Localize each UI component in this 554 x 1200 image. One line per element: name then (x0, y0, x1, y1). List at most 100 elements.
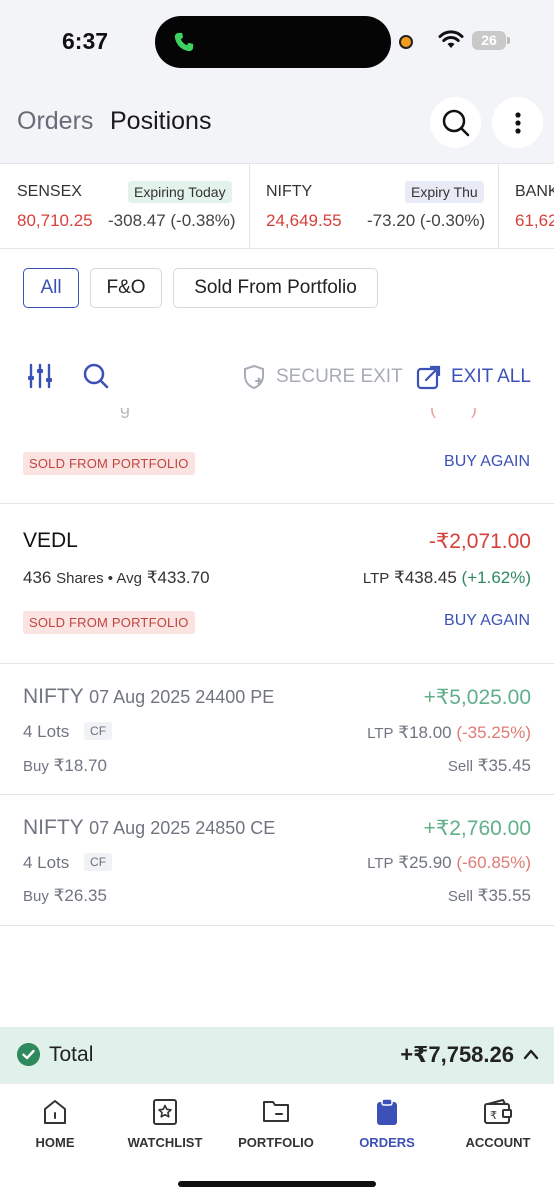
position-row-vedl[interactable]: VEDL -₹2,071.00 436 Shares • Avg ₹433.70… (0, 504, 554, 664)
carry-forward-badge: CF (84, 722, 113, 740)
sell-price: ₹35.55 (477, 886, 531, 905)
exit-all-label: EXIT ALL (451, 366, 531, 387)
sell-price-info: Sell ₹35.55 (448, 886, 531, 906)
ticker-change: -308.47 (-0.38%) (108, 211, 236, 230)
list-item[interactable]: g ( ) SOLD FROM PORTFOLIO BUY AGAIN (0, 408, 554, 504)
filter-fno[interactable]: F&O (90, 268, 162, 308)
secure-exit-button[interactable]: SECURE EXIT (241, 364, 403, 390)
buy-label: Buy (23, 758, 49, 775)
buy-price-info: Buy ₹18.70 (23, 756, 107, 776)
home-icon (44, 1100, 66, 1124)
tab-positions[interactable]: Positions (110, 107, 211, 136)
pnl-value: +₹5,025.00 (423, 686, 531, 709)
nav-home[interactable]: HOME (0, 1084, 110, 1164)
lots-info: 4 Lots CF (23, 853, 113, 873)
ticker-sensex[interactable]: SENSEX Expiring Today 80,710.25 -308.47 … (0, 164, 249, 248)
search-positions-icon[interactable] (82, 362, 110, 390)
buy-again-button[interactable]: BUY AGAIN (444, 453, 530, 471)
nav-portfolio[interactable]: PORTFOLIO (221, 1084, 331, 1164)
star-bookmark-icon (153, 1099, 177, 1125)
lots-info: 4 Lots CF (23, 722, 113, 742)
ltp-label: LTP (367, 855, 394, 872)
nav-orders-label: ORDERS (359, 1135, 415, 1150)
expiry-badge: Expiring Today (128, 181, 232, 203)
index-ticker[interactable]: SENSEX Expiring Today 80,710.25 -308.47 … (0, 163, 554, 249)
ltp-value: ₹438.45 (394, 568, 457, 587)
total-label: Total (49, 1043, 94, 1066)
ticker-bank[interactable]: BANK 61,62 (499, 164, 554, 248)
symbol-name: VEDL (23, 529, 78, 552)
buy-price: ₹26.35 (53, 886, 107, 905)
ltp-change: (-60.85%) (456, 853, 531, 872)
shield-icon (244, 364, 264, 390)
more-vertical-icon (514, 111, 521, 134)
wallet-icon: ₹ (484, 1099, 512, 1124)
ltp-value: ₹25.90 (398, 853, 452, 872)
ltp-label: LTP (367, 725, 394, 742)
sell-price-info: Sell ₹35.45 (448, 756, 531, 776)
status-time: 6:37 (62, 28, 109, 54)
ltp-info: LTP ₹25.90 (-60.85%) (367, 853, 531, 873)
sold-from-portfolio-tag: SOLD FROM PORTFOLIO (23, 452, 195, 475)
clipped-text: ( ) (430, 408, 477, 418)
nav-orders[interactable]: ORDERS (332, 1084, 442, 1164)
ltp-value: ₹18.00 (398, 723, 452, 742)
nav-account[interactable]: ₹ ACCOUNT (443, 1084, 553, 1164)
ltp-info: LTP ₹438.45 (+1.62%) (363, 568, 531, 588)
top-header: 6:37 26 Orders Positions (0, 0, 554, 163)
lots: 4 Lots (23, 722, 70, 741)
secure-exit-label: SECURE EXIT (276, 366, 403, 387)
symbol-name: NIFTY 07 Aug 2025 24400 PE (23, 685, 274, 709)
buy-price-info: Buy ₹26.35 (23, 886, 107, 906)
buy-label: Buy (23, 888, 49, 905)
search-icon (442, 109, 469, 136)
pnl-value: +₹2,760.00 (423, 817, 531, 840)
check-circle-icon (17, 1043, 40, 1066)
chevron-up-icon[interactable] (523, 1047, 539, 1061)
ticker-price: 61,62 (515, 211, 554, 230)
ticker-name: SENSEX (17, 183, 82, 200)
total-value: +₹7,758.26 (400, 1042, 514, 1067)
quantity-info: 436 Shares • Avg ₹433.70 (23, 568, 210, 588)
ticker-change: -73.20 (-0.30%) (367, 211, 486, 230)
clipboard-icon (377, 1098, 397, 1125)
total-pnl-bar[interactable]: Total +₹7,758.26 (0, 1027, 554, 1083)
nav-portfolio-label: PORTFOLIO (238, 1135, 314, 1150)
sell-price: ₹35.45 (477, 756, 531, 775)
symbol-name: NIFTY 07 Aug 2025 24850 CE (23, 816, 275, 840)
exit-all-button[interactable]: EXIT ALL (416, 364, 531, 390)
contract-details: 07 Aug 2025 24850 CE (89, 818, 276, 838)
battery-icon: 26 (472, 31, 510, 50)
clipped-text: g (120, 408, 131, 418)
home-indicator (178, 1181, 376, 1187)
ltp-change: (-35.25%) (456, 723, 531, 742)
folder-icon (263, 1101, 289, 1122)
ltp-info: LTP ₹18.00 (-35.25%) (367, 723, 531, 743)
search-button[interactable] (430, 97, 481, 148)
more-options-button[interactable] (492, 97, 543, 148)
ltp-change: (+1.62%) (461, 568, 531, 587)
ticker-price: 24,649.55 (266, 211, 342, 230)
expiry-badge: Expiry Thu (405, 181, 484, 203)
tab-orders[interactable]: Orders (17, 107, 93, 136)
ticker-nifty[interactable]: NIFTY Expiry Thu 24,649.55 -73.20 (-0.30… (250, 164, 498, 248)
filter-all[interactable]: All (23, 268, 79, 308)
recording-indicator-icon (399, 35, 413, 49)
symbol: NIFTY (23, 816, 84, 839)
filter-sold-from-portfolio[interactable]: Sold From Portfolio (173, 268, 378, 308)
ticker-name: BANK (515, 183, 554, 200)
position-row-nifty-ce[interactable]: NIFTY 07 Aug 2025 24850 CE +₹2,760.00 4 … (0, 795, 554, 926)
position-row-nifty-pe[interactable]: NIFTY 07 Aug 2025 24400 PE +₹5,025.00 4 … (0, 664, 554, 795)
nav-watchlist[interactable]: WATCHLIST (110, 1084, 220, 1164)
symbol: NIFTY (23, 685, 84, 708)
buy-again-button[interactable]: BUY AGAIN (444, 612, 530, 630)
avg-price: ₹433.70 (146, 568, 210, 587)
sell-label: Sell (447, 758, 473, 775)
ticker-name: NIFTY (266, 183, 313, 200)
filter-sliders-icon[interactable] (26, 362, 54, 390)
svg-text:₹: ₹ (490, 1109, 497, 1122)
carry-forward-badge: CF (84, 853, 113, 871)
nav-home-label: HOME (35, 1135, 75, 1150)
quantity-unit: Shares • Avg (56, 570, 142, 587)
nav-account-label: ACCOUNT (465, 1135, 531, 1150)
